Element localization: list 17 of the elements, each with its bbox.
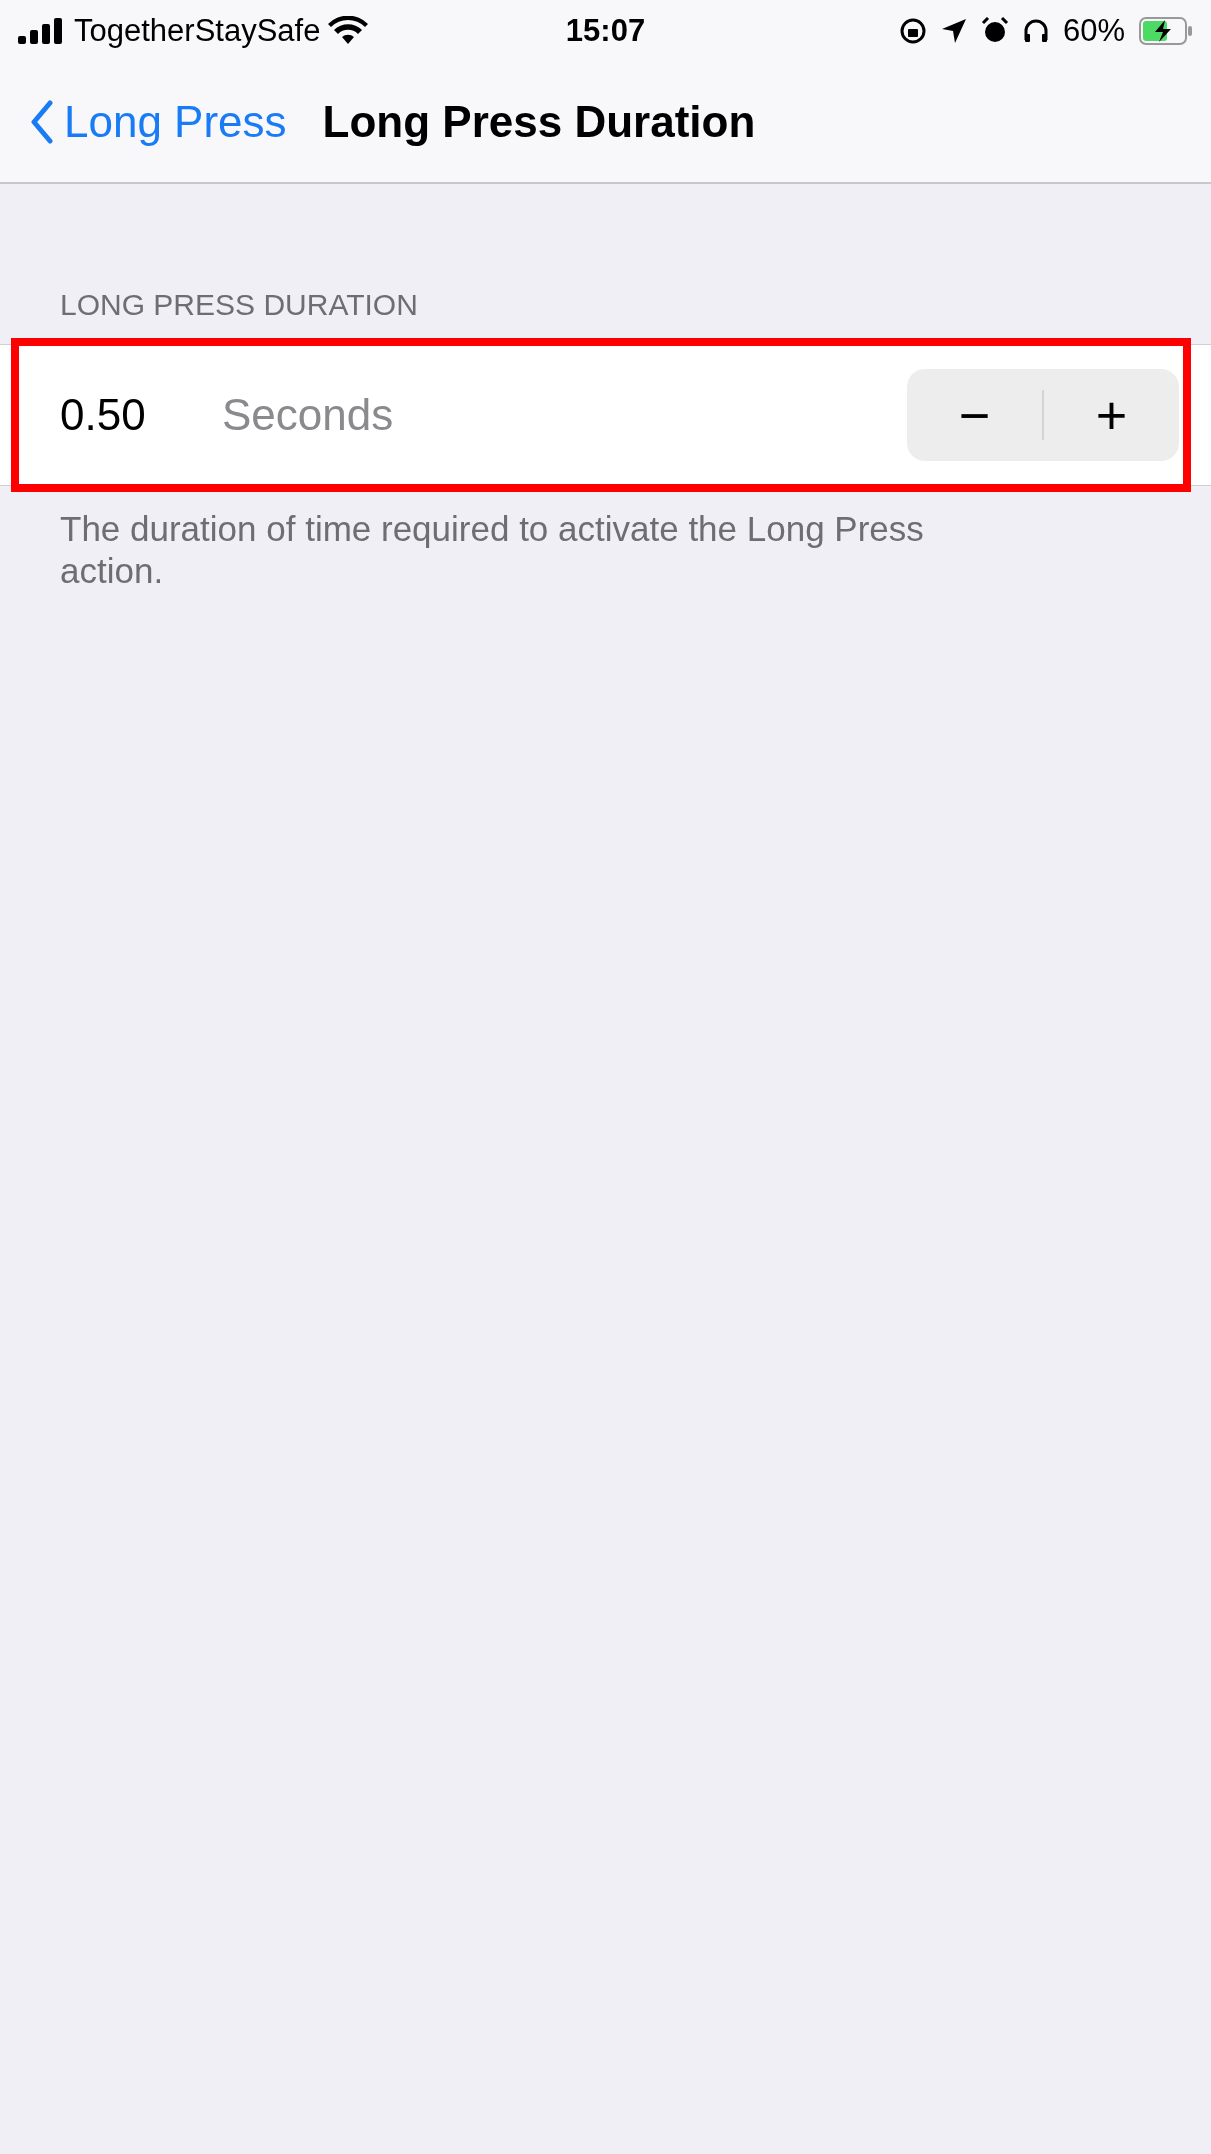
carrier-name: TogetherStaySafe	[74, 13, 321, 49]
wifi-icon	[328, 16, 369, 46]
headphones-icon	[1022, 18, 1049, 44]
clock: 15:07	[565, 13, 646, 49]
chevron-left-icon	[30, 100, 54, 144]
alarm-icon	[980, 17, 1009, 45]
increment-button[interactable]: +	[1044, 369, 1179, 461]
footer-note: The duration of time required to activate the Long Press action.	[60, 508, 925, 592]
page-title: Long Press Duration	[322, 97, 756, 147]
location-icon	[940, 18, 967, 44]
duration-value: 0.50	[60, 390, 147, 440]
battery-percent: 60%	[1062, 13, 1125, 49]
decrement-button[interactable]: −	[907, 369, 1042, 461]
rotation-lock-icon	[898, 17, 927, 45]
section-header: LONG PRESS DURATION	[59, 287, 419, 323]
back-button[interactable]: Long Press	[30, 97, 287, 147]
unit-label: Seconds	[222, 390, 395, 440]
